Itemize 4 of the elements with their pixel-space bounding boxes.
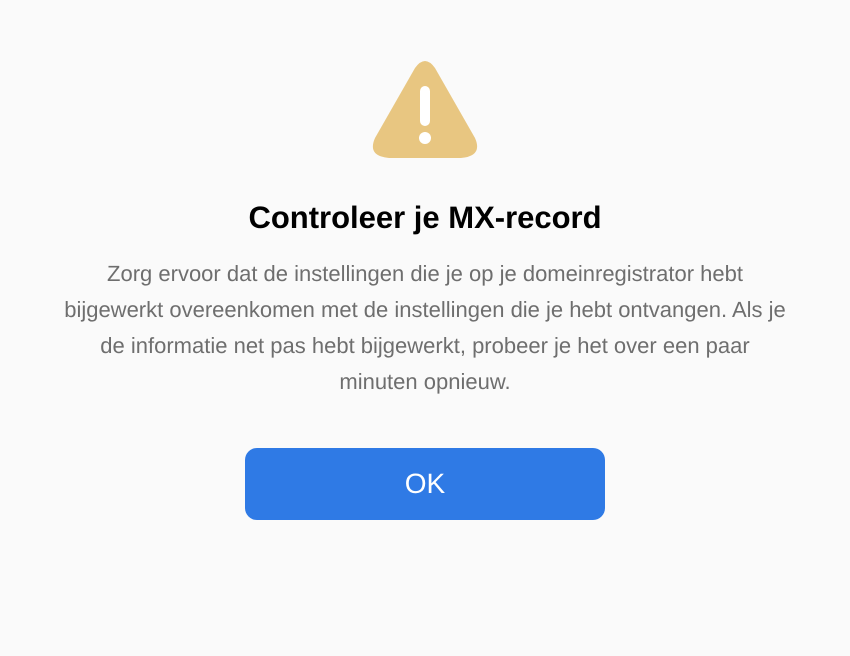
dialog-title: Controleer je MX-record	[248, 199, 602, 237]
dialog-message: Zorg ervoor dat de instellingen die je op je domeinregistrator hebt bijgewerkt overeenkomen met de instellingen die je hebt ontvangen. Als je de informatie net pas hebt bijgewerkt, probeer je het over een paar minuten opnieuw.	[63, 260, 787, 396]
warning-icon	[371, 60, 479, 160]
ok-button[interactable]: OK	[245, 448, 605, 520]
